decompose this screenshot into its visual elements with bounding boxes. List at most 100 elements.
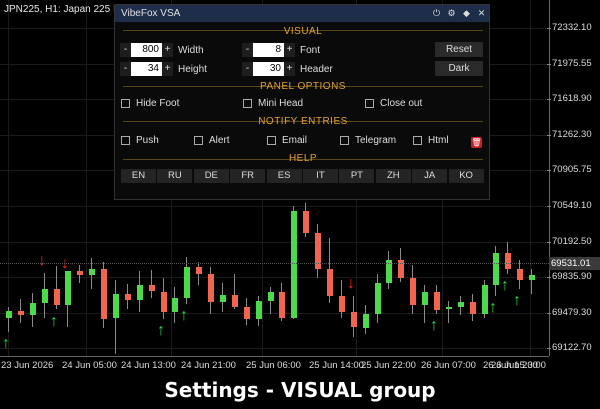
candle-wick <box>531 269 532 295</box>
candle-wick <box>448 300 449 323</box>
grid-line-vertical <box>8 0 9 356</box>
language-button-ko[interactable]: KO <box>448 169 484 183</box>
checkbox-box[interactable] <box>365 99 374 108</box>
checkbox-box[interactable] <box>340 136 349 145</box>
language-button-de[interactable]: DE <box>193 169 229 183</box>
bearish-candle <box>470 302 476 314</box>
price-tick-label: 69479.30 <box>547 306 592 318</box>
height-decrement-button[interactable]: - <box>120 62 131 76</box>
bearish-candle <box>232 295 238 307</box>
font-decrement-button[interactable]: - <box>242 43 253 57</box>
close-icon[interactable]: ✕ <box>474 8 489 19</box>
font-label: Font <box>300 44 321 56</box>
time-tick-label: 25 Jun 06:00 <box>246 360 301 371</box>
bearish-candle <box>505 252 511 269</box>
telegram-checkbox[interactable]: Telegram <box>340 135 396 146</box>
current-price-line <box>0 263 549 264</box>
bearish-candle <box>125 294 131 301</box>
vsa-settings-panel[interactable]: VibeFox VSA ⏻ ⚙ ◆ ✕ VISUAL - 800 + Width… <box>114 4 490 200</box>
sell-signal-arrow-icon: ↓ <box>38 251 46 269</box>
language-button-pt[interactable]: PT <box>339 169 375 183</box>
bearish-candle <box>77 270 83 276</box>
power-icon[interactable]: ⏻ <box>429 8 444 19</box>
checkbox-box[interactable] <box>194 136 203 145</box>
email-checkbox[interactable]: Email <box>267 135 307 146</box>
time-tick-label: 25 Jun 14:00 <box>309 360 364 371</box>
html-label: Html <box>428 135 449 146</box>
checkbox-box[interactable] <box>267 136 276 145</box>
language-button-zh[interactable]: ZH <box>375 169 411 183</box>
header-decrement-button[interactable]: - <box>242 62 253 76</box>
bearish-candle <box>101 269 107 319</box>
height-stepper[interactable]: - 34 + Height <box>120 62 207 76</box>
bearish-candle <box>18 311 24 315</box>
bullish-candle <box>268 291 274 301</box>
dark-button[interactable]: Dark <box>435 61 483 76</box>
buy-signal-arrow-icon: ↑ <box>2 335 10 352</box>
close-out-checkbox[interactable]: Close out <box>365 98 422 109</box>
width-increment-button[interactable]: + <box>162 43 173 57</box>
bearish-candle <box>303 210 309 233</box>
font-increment-button[interactable]: + <box>284 43 295 57</box>
bullish-candle <box>89 269 95 276</box>
panel-header[interactable]: VibeFox VSA ⏻ ⚙ ◆ ✕ <box>115 5 489 22</box>
checkbox-box[interactable] <box>121 99 130 108</box>
bullish-candle <box>291 210 297 318</box>
checkbox-box[interactable] <box>413 136 422 145</box>
trash-icon[interactable]: 🗑 <box>471 137 482 148</box>
reset-button[interactable]: Reset <box>435 42 483 57</box>
width-decrement-button[interactable]: - <box>120 43 131 57</box>
height-increment-button[interactable]: + <box>162 62 173 76</box>
buy-signal-arrow-icon: ↑ <box>513 291 521 309</box>
bearish-candle <box>410 278 416 305</box>
hide-foot-checkbox[interactable]: Hide Foot <box>121 98 179 109</box>
checkbox-box[interactable] <box>121 136 130 145</box>
time-tick-label: 23 Jun 2026 <box>1 360 54 371</box>
grid-line-horizontal <box>0 277 549 279</box>
header-stepper[interactable]: - 30 + Header <box>242 62 333 76</box>
language-button-en[interactable]: EN <box>121 169 156 183</box>
font-value[interactable]: 8 <box>253 43 284 57</box>
language-button-it[interactable]: IT <box>303 169 338 183</box>
font-stepper[interactable]: - 8 + Font <box>242 43 320 57</box>
time-tick-label: 26 Jun 23:00 <box>491 360 546 371</box>
checkbox-box[interactable] <box>243 99 252 108</box>
buy-signal-arrow-icon: ↑ <box>430 317 438 334</box>
bearish-candle <box>279 291 285 318</box>
alert-label: Alert <box>209 135 230 146</box>
price-tick-label: 70905.75 <box>547 164 592 176</box>
mini-head-checkbox[interactable]: Mini Head <box>243 98 303 109</box>
buy-signal-arrow-icon: ↑ <box>501 276 509 294</box>
height-value[interactable]: 34 <box>131 62 162 76</box>
bullish-candle <box>458 302 464 307</box>
language-button-es[interactable]: ES <box>266 169 302 183</box>
alert-checkbox[interactable]: Alert <box>194 135 230 146</box>
width-stepper[interactable]: - 800 + Width <box>120 43 204 57</box>
html-checkbox[interactable]: Html <box>413 135 449 146</box>
buy-signal-arrow-icon: ↑ <box>180 307 188 325</box>
price-tick-label: 71975.55 <box>547 57 592 69</box>
gear-icon[interactable]: ⚙ <box>444 8 459 19</box>
time-tick-label: 24 Jun 13:00 <box>121 360 176 371</box>
candle-wick <box>151 269 152 298</box>
language-button-fr[interactable]: FR <box>230 169 266 183</box>
header-increment-button[interactable]: + <box>284 62 295 76</box>
push-label: Push <box>136 135 159 146</box>
language-button-ja[interactable]: JA <box>412 169 448 183</box>
push-checkbox[interactable]: Push <box>121 135 159 146</box>
bearish-candle <box>339 296 345 313</box>
bearish-candle <box>351 312 357 328</box>
close-out-label: Close out <box>380 98 423 109</box>
language-button-ru[interactable]: RU <box>157 169 193 183</box>
time-tick-label: 24 Jun 21:00 <box>181 360 236 371</box>
price-scale[interactable]: 72332.10 71975.55 71618.90 71262.30 70905.75… <box>547 0 600 389</box>
header-value[interactable]: 30 <box>253 62 284 76</box>
bearish-candle <box>244 306 250 320</box>
grid-line-horizontal <box>0 241 549 243</box>
time-scale[interactable]: 23 Jun 2026 24 Jun 05:00 24 Jun 13:00 24 Ju… <box>0 356 549 372</box>
bearish-candle <box>434 291 440 310</box>
bullish-candle <box>6 311 12 318</box>
width-value[interactable]: 800 <box>131 43 162 57</box>
bullish-candle <box>113 294 119 319</box>
pin-icon[interactable]: ◆ <box>459 8 474 19</box>
